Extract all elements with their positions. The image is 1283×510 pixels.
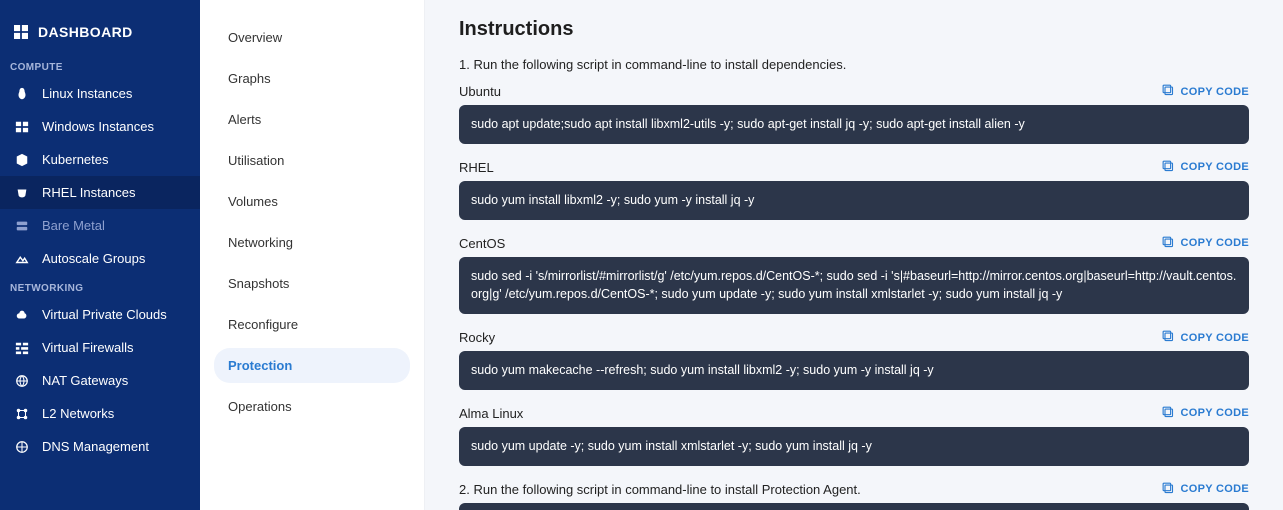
- code-section: Rocky COPY CODE sudo yum makecache --refre…: [459, 330, 1249, 390]
- step-1-text: 1. Run the following script in command-l…: [459, 57, 1249, 72]
- sidebar: DASHBOARD COMPUTE Linux Instances Windows …: [0, 0, 200, 510]
- sidebar-item-label: Linux Instances: [42, 86, 132, 101]
- copy-icon: [1162, 482, 1174, 497]
- code-block[interactable]: sudo yum install libxml2 -y; sudo yum -y…: [459, 181, 1249, 220]
- code-section: RHEL COPY CODE sudo yum install libxml2 -y…: [459, 160, 1249, 220]
- sidebar-item[interactable]: Linux Instances: [0, 77, 200, 110]
- code-block[interactable]: sudo sed -i 's/mirrorlist/#mirrorlist/g'…: [459, 257, 1249, 315]
- sidebar-item-label: Bare Metal: [42, 218, 105, 233]
- sidebar-item-label: Kubernetes: [42, 152, 109, 167]
- copy-code-button[interactable]: COPY CODE: [1162, 84, 1249, 99]
- sidebar-item-label: RHEL Instances: [42, 185, 135, 200]
- copy-code-label: COPY CODE: [1180, 483, 1249, 495]
- sidebar-item[interactable]: Virtual Firewalls: [0, 331, 200, 364]
- sidebar-item-label: DNS Management: [42, 439, 149, 454]
- sidebar-section-label: NETWORKING: [0, 275, 200, 298]
- copy-code-button[interactable]: COPY CODE: [1162, 160, 1249, 175]
- firewall-icon: [14, 341, 30, 355]
- l2-icon: [14, 407, 30, 421]
- linux-icon: [14, 87, 30, 101]
- sidebar-item-label: Autoscale Groups: [42, 251, 145, 266]
- submenu-item[interactable]: Snapshots: [214, 266, 410, 301]
- copy-icon: [1162, 330, 1174, 345]
- sidebar-item-label: Windows Instances: [42, 119, 154, 134]
- windows-icon: [14, 120, 30, 134]
- copy-code-label: COPY CODE: [1180, 86, 1249, 98]
- sidebar-item-label: NAT Gateways: [42, 373, 128, 388]
- copy-code-button[interactable]: COPY CODE: [1162, 406, 1249, 421]
- code-block[interactable]: bash -c "$(curl https://tryapi.apiculus.…: [459, 503, 1249, 510]
- sidebar-item-label: Virtual Private Clouds: [42, 307, 167, 322]
- code-block[interactable]: sudo yum makecache --refresh; sudo yum i…: [459, 351, 1249, 390]
- server-icon: [14, 219, 30, 233]
- submenu-item[interactable]: Operations: [214, 389, 410, 424]
- submenu-item[interactable]: Networking: [214, 225, 410, 260]
- code-section-title: Ubuntu: [459, 84, 501, 99]
- sidebar-item[interactable]: Bare Metal: [0, 209, 200, 242]
- copy-icon: [1162, 160, 1174, 175]
- submenu-item[interactable]: Protection: [214, 348, 410, 383]
- sidebar-item[interactable]: DNS Management: [0, 430, 200, 463]
- code-section-title: Rocky: [459, 330, 495, 345]
- code-section: CentOS COPY CODE sudo sed -i 's/mirrorlist…: [459, 236, 1249, 315]
- dns-icon: [14, 440, 30, 454]
- sidebar-item[interactable]: Kubernetes: [0, 143, 200, 176]
- sidebar-item[interactable]: L2 Networks: [0, 397, 200, 430]
- vpc-icon: [14, 308, 30, 322]
- rhel-icon: [14, 186, 30, 200]
- sidebar-item[interactable]: RHEL Instances: [0, 176, 200, 209]
- code-section-title: CentOS: [459, 236, 505, 251]
- submenu-item[interactable]: Graphs: [214, 61, 410, 96]
- dashboard-icon: [14, 25, 28, 39]
- sidebar-item[interactable]: NAT Gateways: [0, 364, 200, 397]
- code-section-title: Alma Linux: [459, 406, 523, 421]
- code-section-title: RHEL: [459, 160, 494, 175]
- copy-code-label: COPY CODE: [1180, 237, 1249, 249]
- sidebar-item-dashboard[interactable]: DASHBOARD: [0, 10, 200, 54]
- copy-code-button[interactable]: COPY CODE: [1162, 482, 1249, 497]
- sidebar-item-label: Virtual Firewalls: [42, 340, 134, 355]
- submenu-item[interactable]: Reconfigure: [214, 307, 410, 342]
- submenu-item[interactable]: Alerts: [214, 102, 410, 137]
- code-block[interactable]: sudo apt update;sudo apt install libxml2…: [459, 105, 1249, 144]
- submenu-item[interactable]: Utilisation: [214, 143, 410, 178]
- sidebar-item[interactable]: Virtual Private Clouds: [0, 298, 200, 331]
- copy-code-button[interactable]: COPY CODE: [1162, 330, 1249, 345]
- copy-code-label: COPY CODE: [1180, 407, 1249, 419]
- submenu-item[interactable]: Volumes: [214, 184, 410, 219]
- sidebar-section-label: COMPUTE: [0, 54, 200, 77]
- copy-code-label: COPY CODE: [1180, 332, 1249, 344]
- page-title: Instructions: [459, 18, 1249, 41]
- copy-code-button[interactable]: COPY CODE: [1162, 236, 1249, 251]
- sidebar-item-label: L2 Networks: [42, 406, 114, 421]
- copy-icon: [1162, 406, 1174, 421]
- sidebar-item[interactable]: Autoscale Groups: [0, 242, 200, 275]
- main-content[interactable]: Instructions 1. Run the following script…: [425, 0, 1283, 510]
- kube-icon: [14, 153, 30, 167]
- code-block[interactable]: sudo yum update -y; sudo yum install xml…: [459, 427, 1249, 466]
- code-section: Alma Linux COPY CODE sudo yum update -y; s…: [459, 406, 1249, 466]
- copy-code-label: COPY CODE: [1180, 161, 1249, 173]
- code-section: Ubuntu COPY CODE sudo apt update;sudo apt …: [459, 84, 1249, 144]
- step-2-text: 2. Run the following script in command-l…: [459, 482, 861, 497]
- copy-icon: [1162, 236, 1174, 251]
- dashboard-label: DASHBOARD: [38, 24, 133, 40]
- submenu-item[interactable]: Overview: [214, 20, 410, 55]
- autoscale-icon: [14, 252, 30, 266]
- submenu: Overview Graphs Alerts Utilisation Volumes Ne…: [200, 0, 425, 510]
- copy-icon: [1162, 84, 1174, 99]
- nat-icon: [14, 374, 30, 388]
- sidebar-resize-handle[interactable]: [198, 0, 202, 510]
- sidebar-item[interactable]: Windows Instances: [0, 110, 200, 143]
